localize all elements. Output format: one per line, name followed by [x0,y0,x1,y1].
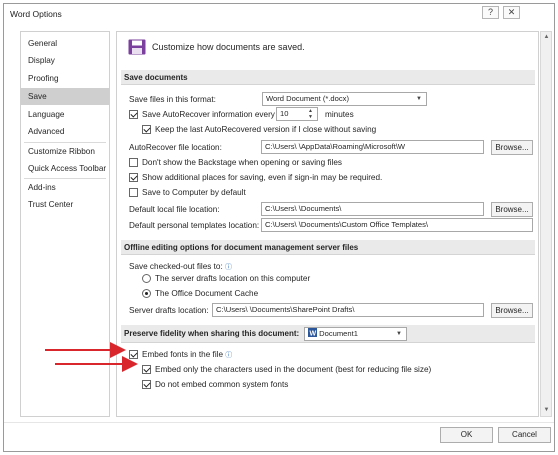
checked-out-label: Save checked-out files to: ⓘ [129,262,232,272]
svg-text:W: W [310,331,317,338]
title-bar: Word Options ? ✕ [4,4,554,24]
page-header: Customize how documents are saved. [152,42,305,52]
stepper-arrows-icon: ▲ ▼ [308,108,313,120]
save-icon [128,39,146,55]
scroll-down-icon[interactable]: ▼ [542,406,551,415]
autorecover-location-label: AutoRecover file location: [129,143,222,152]
do-not-embed-common-fonts-label: Do not embed common system fonts [155,380,289,389]
section-offline-editing: Offline editing options for document man… [121,240,535,255]
save-options-panel: Customize how documents are saved. Save … [116,31,539,417]
dont-show-backstage-label: Don't show the Backstage when opening or… [142,158,343,167]
dont-show-backstage-checkbox[interactable] [129,158,138,167]
templates-location-label: Default personal templates location: [129,221,260,230]
chevron-down-icon: ▼ [416,96,422,102]
word-document-icon: W [308,328,317,338]
show-additional-places-checkbox[interactable] [129,173,138,182]
embed-fonts-label: Embed fonts in the file [142,350,224,359]
close-button[interactable]: ✕ [503,6,520,19]
options-sidebar: General Display Proofing Save Language A… [20,31,110,417]
preserve-fidelity-heading: Preserve fidelity when sharing this docu… [124,329,300,338]
autorecover-minutes-stepper[interactable]: 10 ▲ ▼ [276,107,318,121]
autorecover-location-input[interactable]: C:\Users\ \AppData\Roaming\Microsoft\W [261,140,484,154]
sidebar-item-language[interactable]: Language [21,106,109,123]
info-icon: ⓘ [225,352,233,359]
embed-fonts-checkbox[interactable] [129,350,138,359]
fidelity-document-dropdown[interactable]: W Document1 ▼ [304,327,407,341]
embed-only-used-characters-label: Embed only the characters used in the do… [155,365,432,374]
save-to-computer-checkbox[interactable] [129,188,138,197]
window-title: Word Options [10,9,62,19]
office-cache-radio[interactable] [142,289,151,298]
format-label: Save files in this format: [129,95,216,104]
chevron-down-icon: ▼ [396,331,402,337]
keep-last-autorecovered-checkbox[interactable] [142,125,151,134]
save-to-computer-label: Save to Computer by default [142,188,246,197]
autorecover-checkbox[interactable] [129,110,138,119]
show-additional-places-label: Show additional places for saving, even … [142,173,383,182]
embed-fonts-label-group: Embed fonts in the file ⓘ [142,350,232,360]
default-local-input[interactable]: C:\Users\ \Documents\ [261,202,484,216]
sidebar-item-customize-ribbon[interactable]: Customize Ribbon [21,143,109,160]
help-button[interactable]: ? [482,6,499,19]
keep-last-autorecovered-label: Keep the last AutoRecovered version if I… [155,125,377,134]
autorecover-minutes-value: 10 [280,109,289,118]
do-not-embed-common-fonts-checkbox[interactable] [142,380,151,389]
word-options-dialog: Word Options ? ✕ General Display Proofin… [3,3,555,452]
autorecover-browse-button[interactable]: Browse... [491,140,533,155]
server-drafts-radio[interactable] [142,274,151,283]
autorecover-label: Save AutoRecover information every [142,110,275,119]
format-value: Word Document (*.docx) [266,94,349,103]
sidebar-item-add-ins[interactable]: Add-ins [21,179,109,196]
sidebar-item-display[interactable]: Display [21,52,109,69]
minutes-label: minutes [325,110,354,119]
section-save-documents: Save documents [121,70,535,85]
sidebar-item-general[interactable]: General [21,35,109,52]
server-drafts-browse-button[interactable]: Browse... [491,303,533,318]
sidebar-item-save[interactable]: Save [21,88,109,105]
default-local-browse-button[interactable]: Browse... [491,202,533,217]
embed-only-used-characters-checkbox[interactable] [142,365,151,374]
checked-out-label-text: Save checked-out files to: [129,262,223,271]
server-drafts-location-input[interactable]: C:\Users\ \Documents\SharePoint Drafts\ [212,303,484,317]
footer-divider [4,422,554,423]
templates-location-input[interactable]: C:\Users\ \Documents\Custom Office Templ… [261,218,533,232]
sidebar-item-quick-access-toolbar[interactable]: Quick Access Toolbar [21,160,109,177]
sidebar-item-advanced[interactable]: Advanced [21,123,109,140]
server-drafts-option-label: The server drafts location on this compu… [155,274,311,283]
default-local-label: Default local file location: [129,205,220,214]
help-icon: ? [487,7,493,17]
sidebar-item-trust-center[interactable]: Trust Center [21,196,109,213]
sidebar-item-proofing[interactable]: Proofing [21,70,109,87]
scroll-up-icon[interactable]: ▲ [542,33,551,42]
ok-button[interactable]: OK [440,427,493,443]
close-icon: ✕ [507,7,516,17]
office-cache-option-label: The Office Document Cache [155,289,259,298]
server-drafts-location-label: Server drafts location: [129,306,209,315]
format-dropdown[interactable]: Word Document (*.docx) ▼ [262,92,427,106]
vertical-scrollbar[interactable]: ▲ ▼ [540,31,552,417]
fidelity-document-value: Document1 [319,329,358,338]
cancel-button[interactable]: Cancel [498,427,551,443]
info-icon: ⓘ [225,264,233,271]
